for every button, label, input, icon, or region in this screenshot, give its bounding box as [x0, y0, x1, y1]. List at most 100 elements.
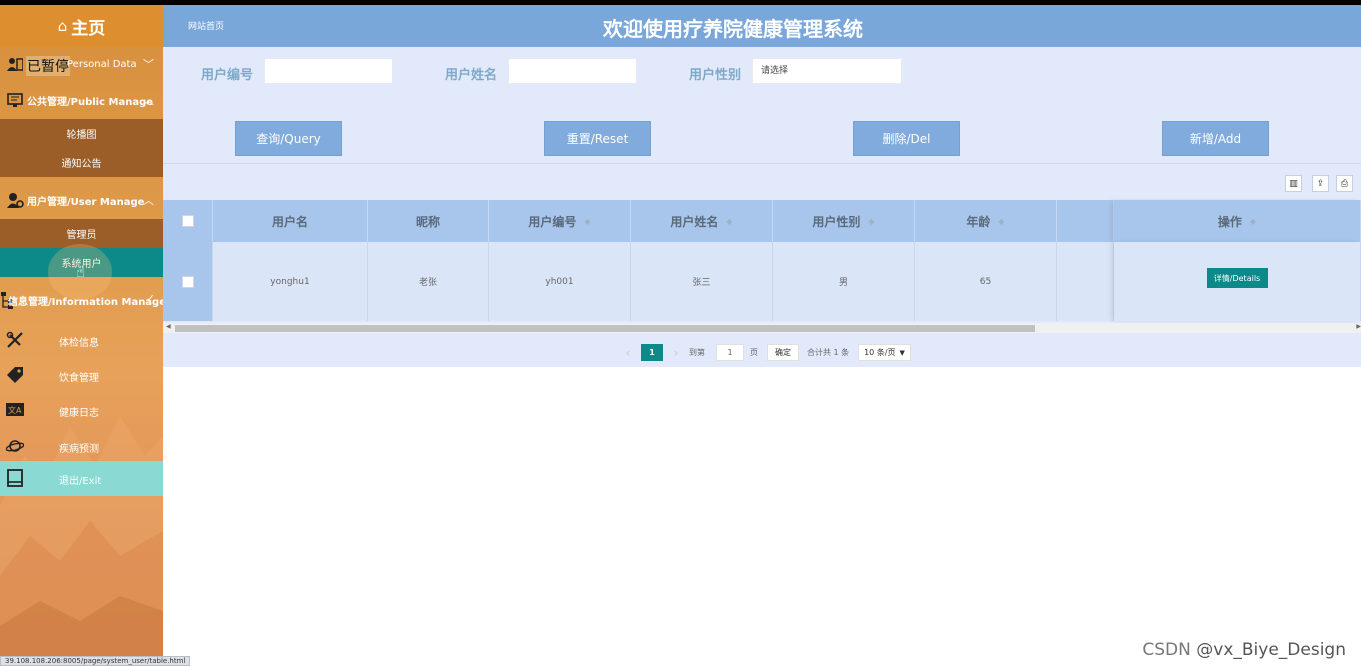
column-header-label: 用户性别 [812, 214, 861, 229]
filter-panel: 用户编号 用户姓名 用户性别 请选择 查询/Query 重置/Reset 删除/… [163, 47, 1361, 164]
reset-button[interactable]: 重置/Reset [544, 121, 651, 156]
goto-page-input[interactable]: 1 [716, 344, 744, 361]
col-username: 用户名 [213, 200, 368, 242]
user-gear-icon [5, 191, 25, 209]
sort-icon[interactable]: ◆ [726, 217, 732, 226]
cell-username: yonghu1 [213, 242, 368, 321]
sidebar: ⌂ 主页 Personal Data ﹀ 已暂停 公共管理/Public Man… [0, 5, 163, 666]
sidebar-group-personal[interactable]: Personal Data ﹀ [0, 47, 163, 81]
sidebar-group-label: 公共管理/Public Manage [27, 96, 154, 108]
gender-label: 用户性别 [689, 68, 742, 83]
svg-text:文A: 文A [8, 405, 22, 415]
col-actions[interactable]: 操作 ◆ [1114, 200, 1361, 242]
goto-label: 到第 [689, 348, 705, 357]
chevron-up-icon: ︿ [143, 194, 154, 207]
scroll-left-icon[interactable]: ◀ [166, 323, 171, 330]
prev-page-icon[interactable]: ‹ [621, 344, 635, 361]
select-all-checkbox[interactable] [181, 215, 194, 227]
sidebar-item-notice[interactable]: 通知公告 [0, 148, 163, 177]
col-extra [1057, 200, 1114, 242]
row-checkbox[interactable] [181, 275, 194, 288]
chevron-down-icon: ▼ [899, 348, 905, 357]
page-size-select[interactable]: 10 条/页 ▼ [858, 344, 911, 361]
sort-icon[interactable]: ◆ [868, 217, 874, 226]
sidebar-home-label: 主页 [71, 18, 106, 39]
column-header-label: 操作 [1217, 214, 1242, 229]
scrollbar-thumb[interactable] [175, 325, 1035, 332]
sidebar-item-exit[interactable]: 退出/Exit [0, 461, 163, 496]
page-suffix: 页 [750, 348, 758, 357]
page-size-value: 10 条/页 [864, 348, 896, 357]
col-user-no[interactable]: 用户编号 ◆ [489, 200, 631, 242]
sort-icon[interactable]: ◆ [584, 217, 590, 226]
sidebar-group-label: 信息管理/Information Manage [8, 296, 163, 308]
sidebar-item-carousel[interactable]: 轮播图 [0, 119, 163, 148]
sidebar-item-diet[interactable]: 饮食管理 [0, 358, 163, 393]
total-count: 合计共 1 条 [807, 348, 850, 357]
paused-overlay: 已暂停 [26, 56, 70, 76]
planet-icon [6, 440, 24, 452]
user-no-input[interactable] [264, 58, 393, 84]
sidebar-submenu-public: 轮播图 通知公告 [0, 119, 163, 177]
sidebar-group-user[interactable]: 用户管理/User Manage ︿ [0, 183, 163, 217]
sidebar-item-label: 疾病预测 [59, 444, 99, 455]
sidebar-item-label: 饮食管理 [59, 373, 99, 384]
details-button[interactable]: 详情/Details [1206, 268, 1268, 288]
sidebar-group-label: Personal Data [67, 58, 137, 70]
user-name-label: 用户姓名 [445, 68, 498, 83]
select-all-cell [163, 200, 213, 242]
sidebar-home[interactable]: ⌂ 主页 [0, 5, 163, 47]
topbar: 网站首页 欢迎使用疗养院健康管理系统 [163, 5, 1361, 47]
cell-user-no: yh001 [489, 242, 631, 321]
col-age[interactable]: 年龄 ◆ [915, 200, 1057, 242]
sidebar-item-exam[interactable]: 体检信息 [0, 323, 163, 358]
app-frame: ⌂ 主页 Personal Data ﹀ 已暂停 公共管理/Public Man… [0, 5, 1361, 666]
column-header-label: 用户编号 [528, 214, 577, 229]
sidebar-item-label: 体检信息 [59, 338, 99, 349]
sidebar-group-label: 用户管理/User Manage [27, 196, 145, 208]
next-page-icon[interactable]: › [669, 344, 683, 361]
sidebar-item-label: 健康日志 [59, 408, 99, 419]
gender-select[interactable]: 请选择 [752, 58, 902, 84]
pagination: ‹ 1 › 到第 1 页 确定 合计共 1 条 10 条/页 ▼ [163, 336, 1361, 367]
query-button[interactable]: 查询/Query [235, 121, 342, 156]
columns-icon[interactable]: ▥ [1285, 175, 1302, 192]
cell-gender: 男 [773, 242, 915, 321]
col-gender[interactable]: 用户性别 ◆ [773, 200, 915, 242]
scroll-right-icon[interactable]: ▶ [1356, 323, 1361, 330]
add-button[interactable]: 新增/Add [1162, 121, 1269, 156]
row-select-cell [163, 242, 213, 321]
author-handle: @vx_Biye_Design [1196, 640, 1346, 660]
sort-icon[interactable]: ◆ [998, 217, 1004, 226]
cell-nickname: 老张 [368, 242, 489, 321]
sidebar-group-info[interactable]: 信息管理/Information Manage ✓ [0, 283, 163, 317]
csdn-logo: CSDN [1142, 640, 1191, 660]
sidebar-group-public[interactable]: 公共管理/Public Manage ︿ [0, 83, 163, 117]
user-no-label: 用户编号 [201, 68, 254, 83]
page-title: 欢迎使用疗养院健康管理系统 [603, 17, 863, 41]
col-name[interactable]: 用户姓名 ◆ [631, 200, 773, 242]
delete-button[interactable]: 删除/Del [853, 121, 960, 156]
column-header-label: 用户名 [271, 214, 308, 229]
export-icon[interactable]: ⇪ [1312, 175, 1329, 192]
column-header-label: 用户姓名 [670, 214, 719, 229]
horizontal-scrollbar[interactable]: ◀ ▶ [163, 323, 1361, 333]
sidebar-item-health-log[interactable]: 文A 健康日志 [0, 393, 163, 428]
chevron-down-icon: ✓ [145, 292, 155, 305]
cell-name: 张三 [631, 242, 773, 321]
sort-icon[interactable]: ◆ [1250, 217, 1256, 226]
table-toolbar: ▥ ⇪ ⎙ [163, 164, 1361, 200]
pencil-ruler-icon [6, 331, 23, 348]
cell-age: 65 [915, 242, 1057, 321]
user-name-input[interactable] [508, 58, 637, 84]
hand-cursor-icon: ☝ [76, 263, 86, 281]
sidebar-item-label: 退出/Exit [59, 476, 102, 487]
print-icon[interactable]: ⎙ [1336, 175, 1353, 192]
page-1-button[interactable]: 1 [641, 344, 663, 361]
tag-icon [7, 367, 23, 383]
column-header-label: 年龄 [966, 214, 991, 229]
watermark: CSDN @vx_Biye_Design [1142, 640, 1346, 660]
book-icon [7, 469, 23, 487]
sidebar-item-disease-predict[interactable]: 疾病预测 [0, 429, 163, 464]
confirm-button[interactable]: 确定 [767, 344, 799, 361]
